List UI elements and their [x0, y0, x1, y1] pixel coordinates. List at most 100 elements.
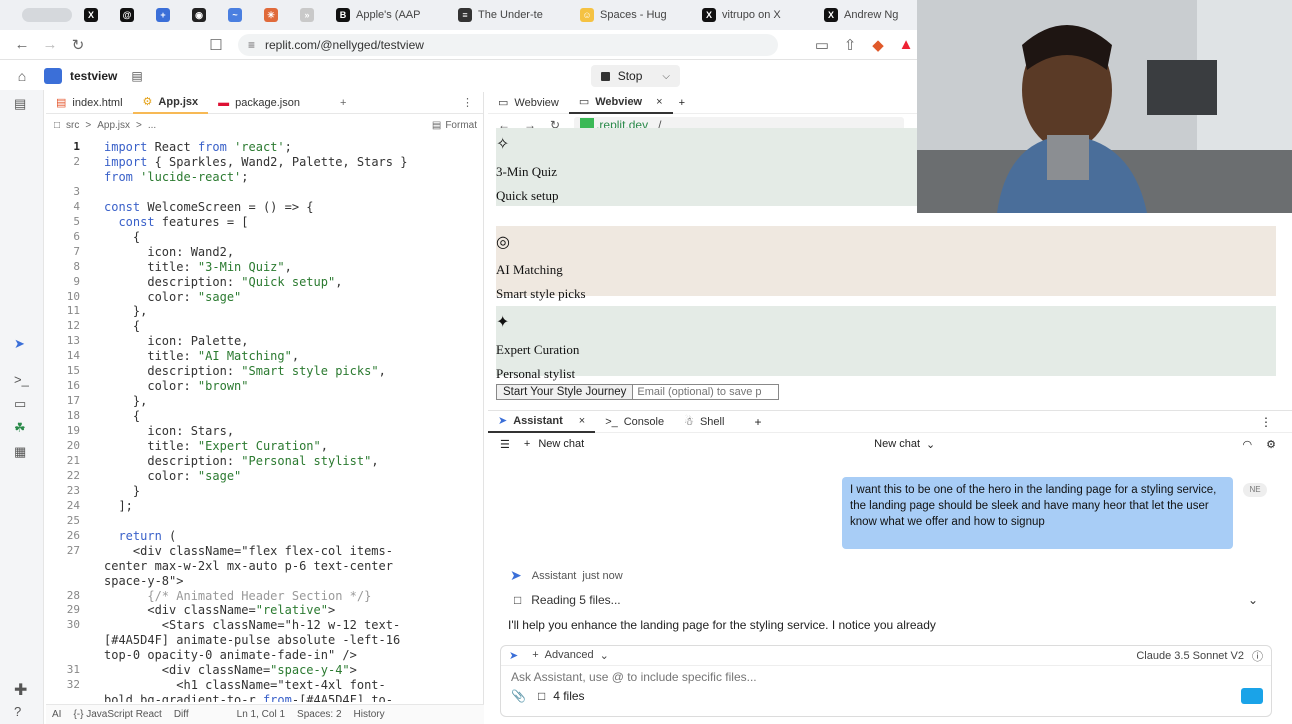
code-line[interactable]: },	[104, 304, 147, 319]
code-line[interactable]: {	[104, 409, 140, 424]
browser-tab[interactable]: X Andrew Ng	[814, 2, 934, 28]
chat-selector[interactable]: New chat ⌄	[874, 438, 935, 451]
format-button[interactable]: ▤ Format	[432, 120, 477, 131]
tab-console[interactable]: >_ Console	[595, 411, 674, 433]
code-line[interactable]: {	[104, 230, 140, 245]
new-tab-plus-icon[interactable]: +	[340, 97, 346, 109]
code-line[interactable]: color: "brown"	[104, 379, 248, 394]
code-line[interactable]: ];	[104, 499, 132, 514]
browser-tab[interactable]: @	[110, 2, 144, 28]
send-button[interactable]	[1241, 688, 1263, 704]
code-line[interactable]: description: "Smart style picks",	[104, 364, 385, 379]
code-line[interactable]: {	[104, 319, 140, 334]
code-line[interactable]: title: "Expert Curation",	[104, 439, 328, 454]
shell-icon[interactable]: >_	[14, 372, 29, 387]
browser-tab[interactable]: ≡ The Under-te	[448, 2, 568, 28]
browser-tab[interactable]: ~	[218, 2, 252, 28]
status-item[interactable]: History	[354, 709, 385, 720]
window-controls[interactable]	[22, 2, 72, 28]
browser-tab[interactable]: X	[74, 2, 108, 28]
add-tab-icon[interactable]: +	[754, 415, 761, 429]
chat-input[interactable]	[511, 670, 1251, 684]
site-settings-icon[interactable]: ≡	[248, 38, 255, 52]
code-line[interactable]: center max-w-2xl mx-auto p-6 text-center	[104, 559, 393, 574]
chevron-down-icon[interactable]: ⌵	[662, 71, 670, 82]
status-item[interactable]: Ln 1, Col 1	[237, 709, 285, 720]
add-tab-icon[interactable]: +	[679, 97, 685, 109]
browser-tab[interactable]: »	[290, 2, 324, 28]
status-item[interactable]: {-} JavaScript React	[73, 709, 161, 720]
code-line[interactable]: <h1 className="text-4xl font-	[104, 678, 386, 693]
browser-tab[interactable]: ◉	[182, 2, 216, 28]
close-icon[interactable]: ×	[579, 415, 585, 427]
monitor-icon[interactable]: ▭	[14, 396, 26, 412]
code-line[interactable]: import React from 'react';	[104, 140, 292, 155]
back-icon[interactable]: ←	[8, 36, 36, 53]
code-line[interactable]: color: "sage"	[104, 290, 241, 305]
plus-icon[interactable]: ✚	[14, 680, 27, 700]
code-line[interactable]: title: "AI Matching",	[104, 349, 299, 364]
cast-icon[interactable]: ▭	[808, 36, 836, 54]
browser-tab[interactable]: +	[146, 2, 180, 28]
status-item[interactable]: Spaces: 2	[297, 709, 341, 720]
code-line[interactable]: {/* Animated Header Section */}	[104, 589, 371, 604]
code-line[interactable]: <div className="relative">	[104, 603, 335, 618]
bookmark-icon[interactable]: ☐	[202, 36, 230, 54]
cta-button[interactable]: Start Your Style Journey	[497, 385, 634, 399]
reading-files[interactable]: □ Reading 5 files... ⌄	[514, 593, 1258, 607]
rewards-icon[interactable]: ▲	[892, 36, 920, 53]
paperclip-icon[interactable]: 📎	[511, 689, 526, 703]
apps-icon[interactable]: ▦	[14, 444, 26, 460]
code-line[interactable]: bold bg-gradient-to-r from-[#4A5D4F] to-	[104, 693, 393, 702]
stop-button[interactable]: Stop ⌵	[590, 65, 680, 87]
code-line[interactable]: icon: Wand2,	[104, 245, 234, 260]
code-line[interactable]: <div className="flex flex-col items-	[104, 544, 393, 559]
speed-icon[interactable]: ◠	[1243, 438, 1253, 451]
agent-icon[interactable]: ➤	[14, 336, 25, 352]
code-line[interactable]: [#4A5D4F] animate-pulse absolute -left-1…	[104, 633, 400, 648]
crumb-src[interactable]: src	[66, 120, 79, 131]
home-icon[interactable]: ⌂	[0, 68, 44, 84]
advanced-toggle[interactable]: + Advanced ⌄	[532, 649, 609, 662]
info-icon[interactable]: ⓘ	[1252, 648, 1263, 664]
url-field[interactable]: ≡ replit.com/@nellyged/testview	[238, 33, 778, 56]
tab-assistant[interactable]: ➤ Assistant ×	[488, 411, 596, 433]
tab-webview-1[interactable]: ▭ Webview	[488, 92, 569, 114]
tab-shell[interactable]: ☃ Shell	[674, 411, 734, 433]
status-item[interactable]: Diff	[174, 709, 189, 720]
code-line[interactable]: icon: Stars,	[104, 424, 234, 439]
more-icon[interactable]: ⋮	[1260, 415, 1272, 429]
browser-tab[interactable]: ✳	[254, 2, 288, 28]
code-line[interactable]: top-0 opacity-0 animate-fade-in" />	[104, 648, 357, 663]
brave-shield-icon[interactable]: ◆	[864, 36, 892, 54]
code-line[interactable]: description: "Quick setup",	[104, 275, 342, 290]
status-item[interactable]: AI	[52, 709, 61, 720]
model-selector[interactable]: Claude 3.5 Sonnet V2	[1136, 650, 1244, 662]
chevron-down-icon[interactable]: ⌄	[1248, 593, 1258, 607]
code-line[interactable]: }	[104, 484, 140, 499]
code-line[interactable]: title: "3-Min Quiz",	[104, 260, 292, 275]
crumb-more[interactable]: ...	[148, 120, 156, 131]
reload-icon[interactable]: ↻	[64, 36, 92, 54]
code-line[interactable]: icon: Palette,	[104, 334, 248, 349]
code-line[interactable]: from 'lucide-react';	[104, 170, 249, 185]
deploy-icon[interactable]: ☘	[14, 420, 26, 436]
gear-icon[interactable]: ⚙	[1266, 438, 1276, 451]
crumb-file[interactable]: App.jsx	[97, 120, 130, 131]
code-line[interactable]: },	[104, 394, 147, 409]
code-line[interactable]: import { Sparkles, Wand2, Palette, Stars…	[104, 155, 407, 170]
tab-webview-2[interactable]: ▭ Webview ×	[568, 92, 673, 114]
tab-app-jsx[interactable]: ⚙ App.jsx	[132, 91, 209, 114]
code-line[interactable]: space-y-8">	[104, 574, 183, 589]
browser-tab[interactable]: Xvitrupo on X	[692, 2, 812, 28]
share-icon[interactable]: ⇧	[836, 36, 864, 54]
project-name[interactable]: testview	[70, 69, 117, 83]
code-line[interactable]: description: "Personal stylist",	[104, 454, 378, 469]
tab-index-html[interactable]: ▤ index.html	[46, 92, 133, 114]
forward-icon[interactable]: →	[36, 36, 64, 53]
help-icon[interactable]: ?	[14, 704, 21, 719]
files-icon[interactable]: ▤	[14, 96, 26, 112]
new-chat-button[interactable]: + New chat	[524, 438, 584, 450]
tab-package-json[interactable]: ▬ package.json	[208, 92, 310, 114]
browser-tab[interactable]: ☺ Spaces - Hug	[570, 2, 690, 28]
